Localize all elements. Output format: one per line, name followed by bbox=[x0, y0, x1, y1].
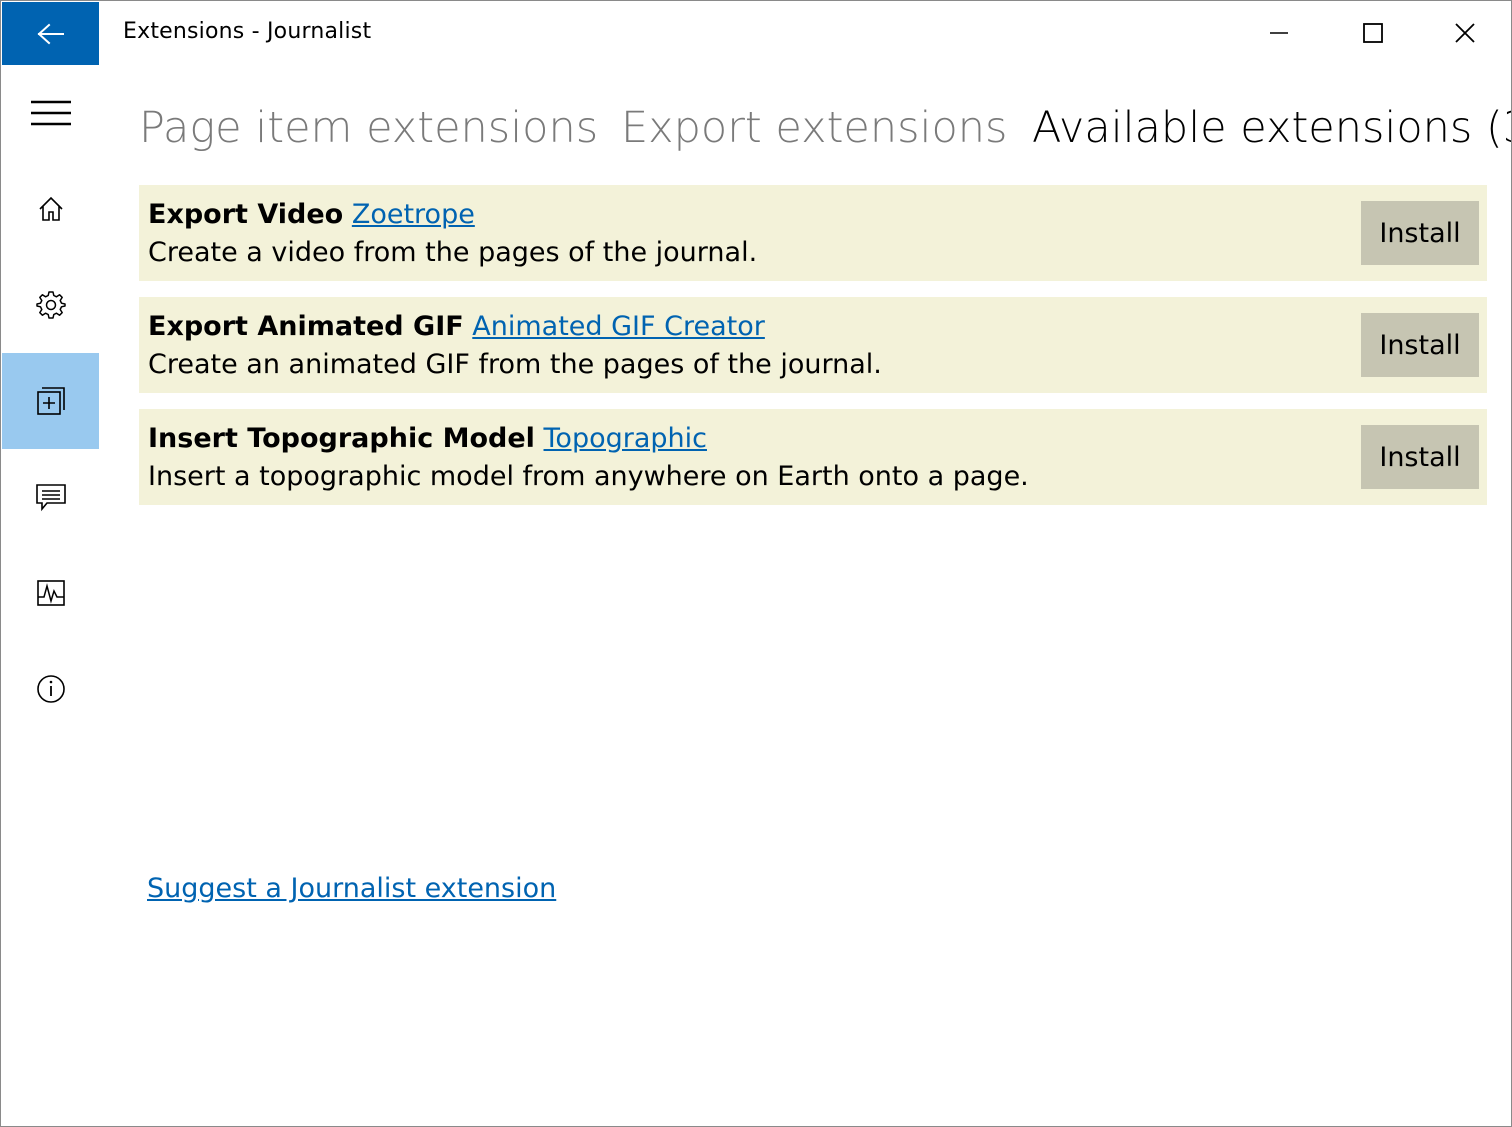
activity-chart-icon bbox=[36, 580, 65, 606]
minimize-icon bbox=[1270, 32, 1288, 34]
extension-header: Export Video Zoetrope bbox=[148, 199, 475, 230]
extension-description: Create an animated GIF from the pages of… bbox=[148, 349, 882, 380]
extension-description: Create a video from the pages of the jou… bbox=[148, 237, 758, 268]
extension-name: Export Animated GIF bbox=[148, 311, 464, 342]
add-page-item-icon bbox=[36, 387, 65, 415]
info-icon bbox=[36, 675, 65, 703]
nav-home[interactable] bbox=[2, 161, 99, 257]
window-title: Extensions - Journalist bbox=[123, 19, 372, 44]
nav-activity[interactable] bbox=[2, 545, 99, 641]
tab-available-extensions[interactable]: Available extensions (3) bbox=[1032, 103, 1511, 153]
extension-name: Insert Topographic Model bbox=[148, 423, 535, 454]
extension-card: Insert Topographic Model Topographic Ins… bbox=[139, 409, 1487, 505]
close-button[interactable] bbox=[1419, 2, 1511, 64]
extension-publisher-link[interactable]: Topographic bbox=[544, 423, 707, 454]
arrow-left-icon bbox=[37, 23, 64, 44]
close-icon bbox=[1455, 23, 1475, 43]
comment-icon bbox=[35, 484, 66, 512]
extension-card: Export Video Zoetrope Create a video fro… bbox=[139, 185, 1487, 281]
extension-publisher-link[interactable]: Animated GIF Creator bbox=[472, 311, 765, 342]
extension-name: Export Video bbox=[148, 199, 344, 230]
maximize-button[interactable] bbox=[1327, 2, 1419, 64]
app-window: Extensions - Journalist Page item extens… bbox=[0, 0, 1512, 1127]
nav-extensions[interactable] bbox=[2, 353, 99, 449]
side-navigation bbox=[2, 65, 99, 1126]
gear-icon bbox=[35, 291, 66, 319]
tab-page-item-extensions[interactable]: Page item extensions bbox=[139, 103, 598, 153]
install-button[interactable]: Install bbox=[1361, 313, 1479, 377]
extension-card: Export Animated GIF Animated GIF Creator… bbox=[139, 297, 1487, 393]
minimize-button[interactable] bbox=[1233, 2, 1325, 64]
suggest-extension-link[interactable]: Suggest a Journalist extension bbox=[147, 873, 556, 904]
title-bar: Extensions - Journalist bbox=[1, 1, 1511, 65]
maximize-icon bbox=[1363, 23, 1383, 43]
install-button[interactable]: Install bbox=[1361, 201, 1479, 265]
install-button[interactable]: Install bbox=[1361, 425, 1479, 489]
hamburger-menu-icon bbox=[30, 100, 71, 126]
home-icon bbox=[38, 196, 63, 221]
hamburger-menu-button[interactable] bbox=[2, 65, 99, 161]
extension-header: Export Animated GIF Animated GIF Creator bbox=[148, 311, 765, 342]
nav-settings[interactable] bbox=[2, 257, 99, 353]
extension-header: Insert Topographic Model Topographic bbox=[148, 423, 707, 454]
tab-export-extensions[interactable]: Export extensions bbox=[621, 103, 1007, 153]
nav-feedback[interactable] bbox=[2, 449, 99, 545]
nav-about[interactable] bbox=[2, 641, 99, 737]
back-button[interactable] bbox=[2, 2, 99, 65]
extension-publisher-link[interactable]: Zoetrope bbox=[352, 199, 475, 230]
extension-description: Insert a topographic model from anywhere… bbox=[148, 461, 1029, 492]
